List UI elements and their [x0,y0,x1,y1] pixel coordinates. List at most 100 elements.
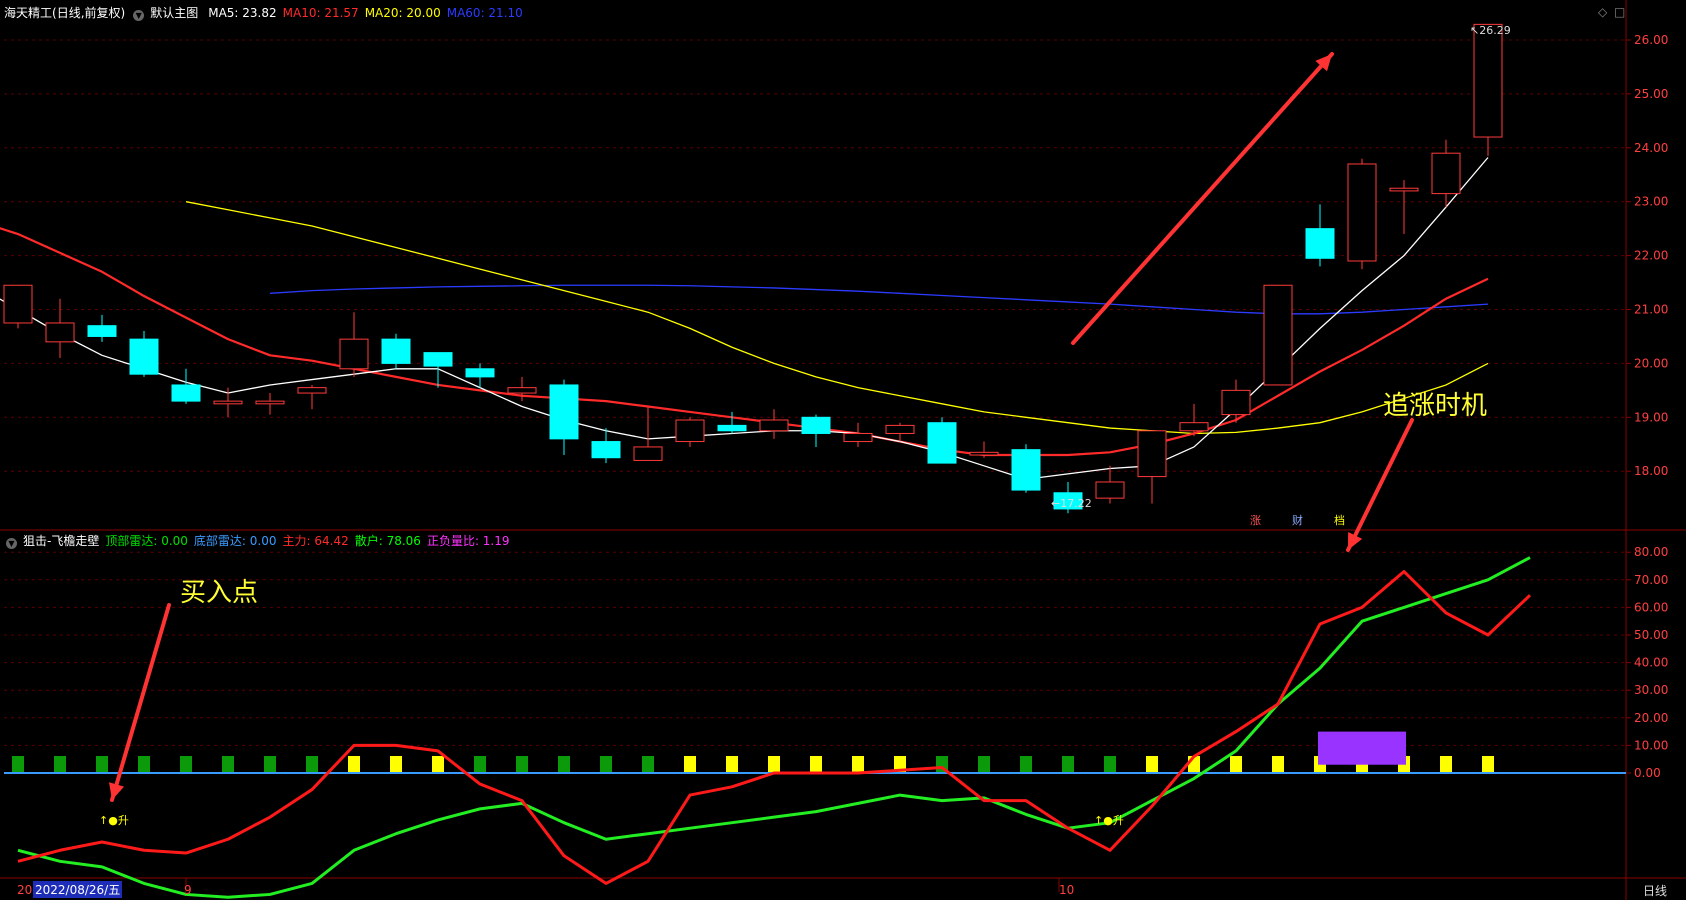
signal-square [138,756,150,772]
candle-body [45,322,75,343]
candle-body [213,400,243,405]
chart-canvas[interactable]: 18.00 19.00 20.00 21.00 22.00 23.00 24.00 25.00… [0,0,1686,900]
candle [1011,444,1041,493]
max-price-label: ↖26.29 [1470,24,1511,37]
volume-ratio-box [1318,731,1406,765]
signal-square [1104,756,1116,772]
candle [213,387,243,418]
candle [381,333,411,369]
signal-square [1272,756,1284,772]
candle [339,312,369,377]
signal-square [54,756,66,772]
ma20-line [185,201,1489,435]
signal-square [432,756,444,772]
signal-square [1020,756,1032,772]
signal-square [810,756,822,772]
signal-square [180,756,192,772]
candle-body [1137,430,1167,478]
axis-tick-label: 24.00 [1634,141,1668,155]
candle [1221,379,1251,423]
signal-square [558,756,570,772]
candlestick-series [3,23,1503,514]
chart-frame [0,0,1686,900]
event-marker-zhang[interactable]: 涨 [1250,512,1261,528]
signal-squares [4,731,1626,774]
event-marker-cai[interactable]: 财 [1292,512,1303,528]
candle-body [507,387,537,394]
maximize-icon[interactable]: □ [1614,5,1625,19]
candle-body [465,368,495,378]
candle-body [339,338,369,370]
axis-tick-label: 0.00 [1634,766,1661,780]
candle [255,393,285,415]
dropdown-icon[interactable]: ▼ [6,538,17,549]
main-chart-label[interactable]: 默认主图 [150,6,198,20]
indicator-labels: 顶部雷达: 0.00 底部雷达: 0.00 主力: 64.42 散户: 78.06 正负… [105,534,515,548]
candle [129,331,159,377]
axis-tick-label: 20.00 [1634,356,1668,370]
signal-square [1440,756,1452,772]
candle-body [1263,284,1293,386]
candle-body [843,432,873,443]
axis-tick-label: 10.00 [1634,738,1668,752]
candle [843,422,873,447]
main-chart-header: 海天精工(日线,前复权) ▼ 默认主图 MA5: 23.82 MA10: 21.57 MA… [4,4,535,21]
candle [927,417,957,464]
axis-tick-label: 60.00 [1634,600,1668,614]
axis-tick-label: 50.00 [1634,628,1668,642]
candle [1473,23,1503,156]
candle-body [591,441,621,459]
candle [759,409,789,439]
candle-body [1347,163,1377,262]
buy-signal-2: ↑●升 [1094,814,1124,827]
candle [969,441,999,458]
candle-body [3,284,33,324]
indicator-name[interactable]: 狙击-飞檐走壁 [23,534,99,548]
signal-square [1146,756,1158,772]
candle [1389,180,1419,235]
signal-square [96,756,108,772]
period-button[interactable]: 日线 [1643,882,1667,899]
ma-label-2: MA20: 20.00 [364,6,441,20]
ma-label-1: MA10: 21.57 [282,6,359,20]
signal-square [726,756,738,772]
axis-tick-label: 70.00 [1634,573,1668,587]
axis-tick-label: 18.00 [1634,464,1668,478]
axis-tick-label: 20.00 [1634,711,1668,725]
candle-body [1179,422,1209,432]
axis-tick-label: 30.00 [1634,683,1668,697]
candle [1137,430,1167,504]
signal-square [1062,756,1074,772]
event-marker-dang[interactable]: 档 [1334,512,1345,528]
ma-labels: MA5: 23.82 MA10: 21.57 MA20: 20.00 MA60: 21… [208,6,529,20]
buy-signal-1: ↑●升 [99,814,129,827]
signal-square [516,756,528,772]
indicator-label-4: 正负量比: 1.19 [426,534,510,548]
candle [507,376,537,402]
candle-body [969,451,999,456]
date-cursor-label: 2022/08/26/五 [33,881,123,898]
candle-body [1431,152,1461,195]
axis-tick-label: 23.00 [1634,195,1668,209]
trend-arrow [1071,52,1334,345]
signal-square [1230,756,1242,772]
candle [171,368,201,404]
candle [633,406,663,461]
axis-tick-label: 26.00 [1634,33,1668,47]
signal-square [852,756,864,772]
signal-square [768,756,780,772]
dropdown-icon[interactable]: ▼ [133,10,145,21]
axis-tick-label: 19.00 [1634,410,1668,424]
candle-body [255,400,285,405]
indicator-label-0: 顶部雷达: 0.00 [105,534,188,548]
candle-body [675,419,705,443]
candle [1305,204,1335,267]
candle-body [801,416,831,434]
candle-body [1473,23,1503,138]
candle-body [759,419,789,432]
signal-square [474,756,486,772]
diamond-icon[interactable]: ◇ [1598,5,1607,19]
signal-square [684,756,696,772]
candle-body [297,387,327,394]
candle-body [171,384,201,402]
